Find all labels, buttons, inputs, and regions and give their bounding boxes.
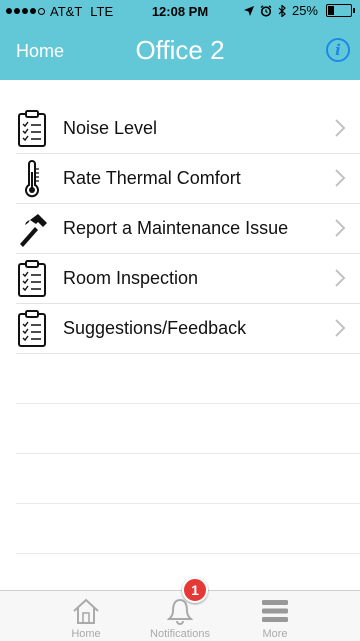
menu-list: Noise Level Rate Thermal Comfort Report …: [0, 104, 360, 554]
list-item-label: Suggestions/Feedback: [63, 318, 247, 338]
list-item-noise-level[interactable]: Noise Level: [16, 104, 360, 154]
battery-icon: [326, 4, 355, 17]
battery-percent: 25%: [291, 3, 318, 18]
tab-more[interactable]: More: [215, 591, 335, 641]
alarm-clock-icon: [260, 4, 272, 17]
menu-icon: [262, 600, 288, 622]
location-arrow-icon: [243, 5, 254, 16]
list-item-label: Noise Level: [63, 118, 158, 138]
list-item-thermal-comfort[interactable]: Rate Thermal Comfort: [16, 154, 360, 204]
list-item-room-inspection[interactable]: Room Inspection: [16, 254, 360, 304]
tab-bar: Home 1 Notifications More: [0, 577, 360, 641]
clipboard-icon: [18, 310, 46, 347]
list-item-maintenance-issue[interactable]: Report a Maintenance Issue: [16, 204, 360, 254]
list-item-label: Rate Thermal Comfort: [63, 168, 241, 188]
chevron-right-icon: [335, 119, 346, 137]
tab-label: More: [262, 628, 288, 640]
thermometer-icon: [25, 160, 39, 198]
notification-badge: 1: [182, 577, 208, 603]
hammer-icon: [20, 214, 47, 247]
empty-row-divider: [16, 404, 360, 454]
clipboard-icon: [18, 110, 46, 147]
list-item-label: Room Inspection: [63, 268, 199, 288]
chevron-right-icon: [335, 219, 346, 237]
status-icons: 25%: [243, 3, 355, 18]
bluetooth-icon: [278, 4, 286, 17]
empty-row-divider: [16, 504, 360, 554]
list-item-label: Report a Maintenance Issue: [63, 218, 289, 238]
empty-row-divider: [16, 354, 360, 404]
page-title: Office 2: [135, 35, 225, 65]
list-item-suggestions-feedback[interactable]: Suggestions/Feedback: [16, 304, 360, 354]
status-bar: AT&T LTE 12:08 PM 25%: [0, 0, 360, 24]
chevron-right-icon: [335, 319, 346, 337]
clipboard-icon: [18, 260, 46, 297]
nav-bar: Home Office 2 i: [0, 24, 360, 80]
empty-row-divider: [16, 454, 360, 504]
house-icon: [73, 598, 99, 624]
info-icon[interactable]: i: [326, 38, 350, 62]
chevron-right-icon: [335, 169, 346, 187]
chevron-right-icon: [335, 269, 346, 287]
